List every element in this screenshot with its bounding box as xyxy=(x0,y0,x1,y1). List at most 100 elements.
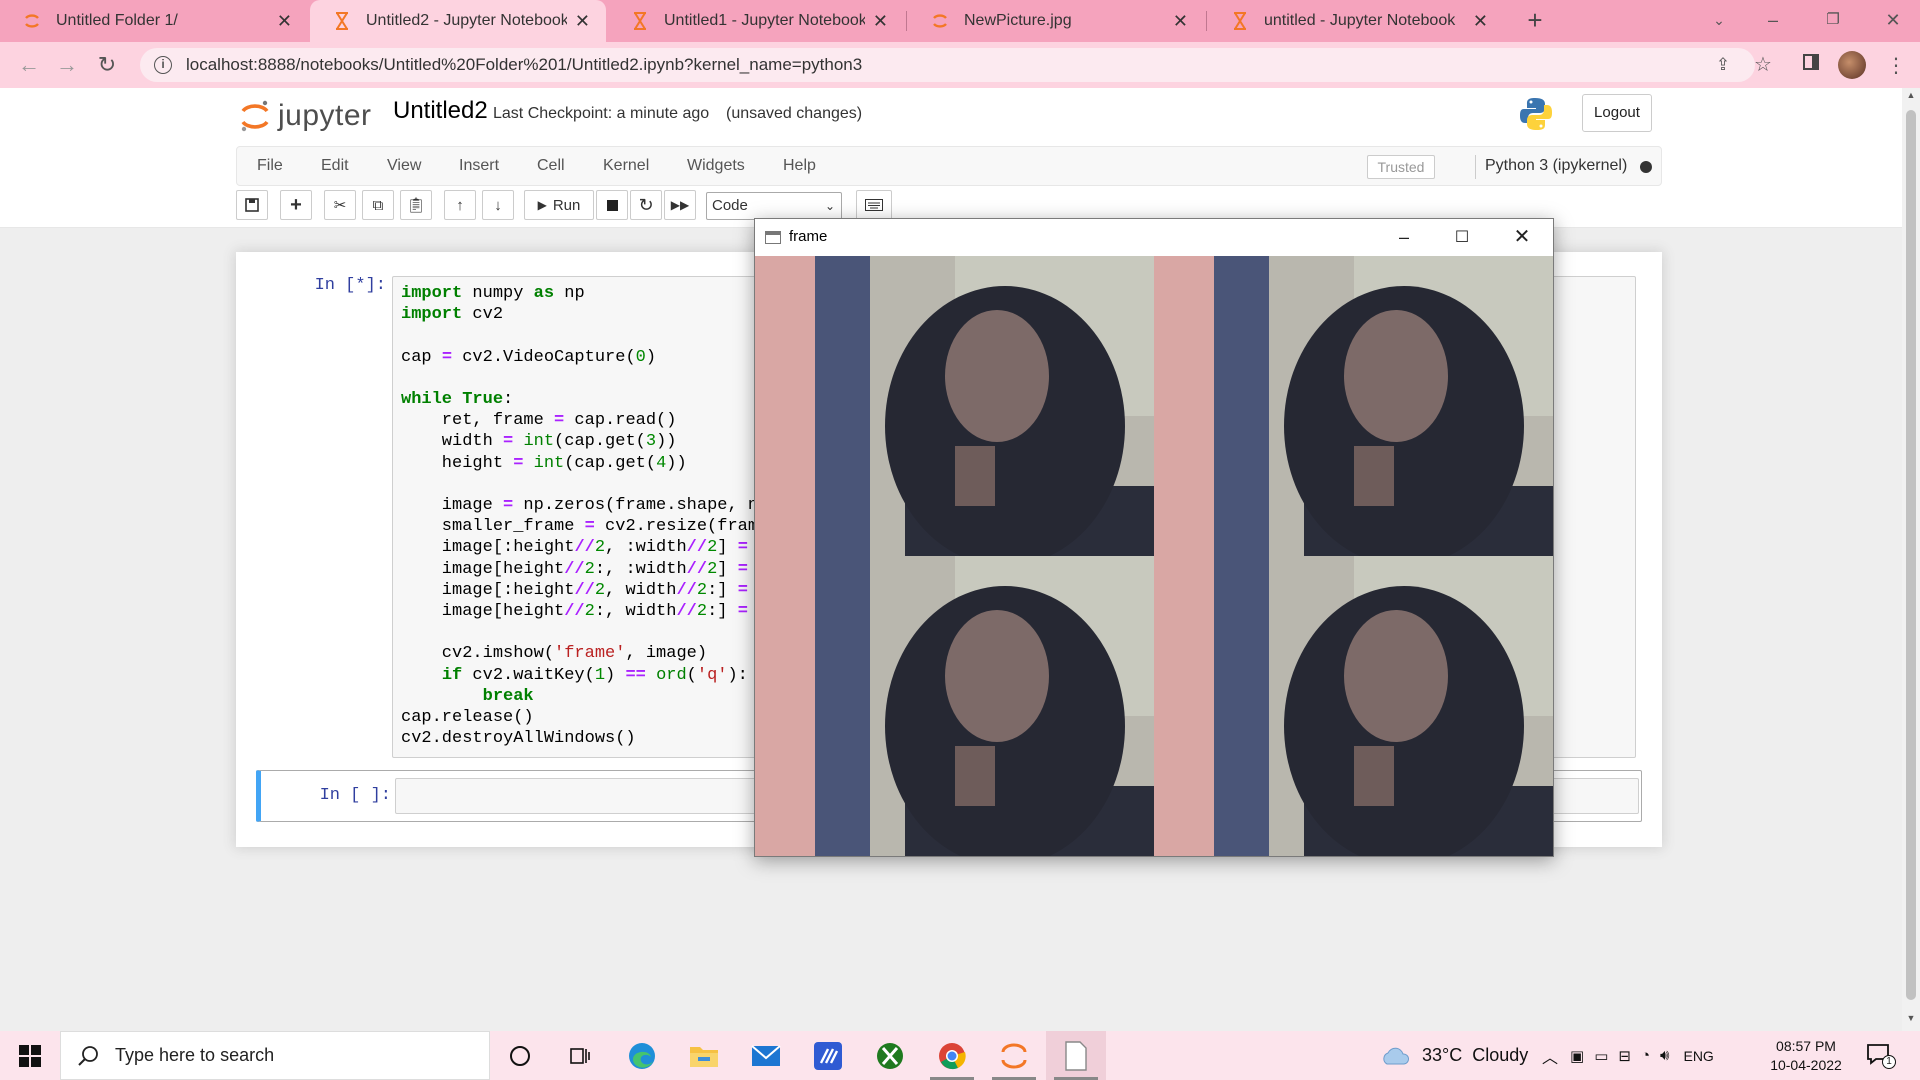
play-icon: ▶ xyxy=(537,198,547,212)
jupyter-logo[interactable]: jupyter xyxy=(240,94,372,138)
task-view-button[interactable] xyxy=(550,1031,610,1080)
tab-untitled1[interactable]: Untitled1 - Jupyter Notebook ✕ xyxy=(608,0,904,42)
taskbar-clock[interactable]: 08:57 PM 10-04-2022 xyxy=(1762,1037,1850,1075)
tab-title: Untitled1 - Jupyter Notebook xyxy=(664,12,865,29)
bookmark-star-icon[interactable]: ☆ xyxy=(1748,50,1778,80)
tab-separator xyxy=(906,11,907,31)
cell-type-value: Code xyxy=(712,197,748,214)
menu-file[interactable]: File xyxy=(257,147,283,185)
clock-time: 08:57 PM xyxy=(1776,1038,1836,1054)
tab-title: Untitled Folder 1/ xyxy=(56,12,178,29)
tab-title: untitled - Jupyter Notebook xyxy=(1264,12,1456,29)
notebook-name[interactable]: Untitled2 xyxy=(393,97,488,125)
close-icon[interactable]: ✕ xyxy=(1493,219,1551,256)
cell-type-select[interactable]: Code ⌄ xyxy=(706,192,842,220)
forward-icon[interactable]: → xyxy=(52,50,82,80)
menu-insert[interactable]: Insert xyxy=(459,147,499,185)
jupyter-app[interactable] xyxy=(984,1031,1044,1080)
menu-widgets[interactable]: Widgets xyxy=(687,147,745,185)
volume-icon[interactable]: 🔊︎ xyxy=(1660,1047,1669,1064)
window-title-bar[interactable]: frame – ☐ ✕ xyxy=(755,219,1553,256)
minimize-icon[interactable]: – xyxy=(1375,219,1433,256)
tab-untitled-folder[interactable]: Untitled Folder 1/ ✕ xyxy=(0,0,308,42)
close-icon[interactable]: ✕ xyxy=(1173,11,1188,32)
kernel-name[interactable]: Python 3 (ipykernel) xyxy=(1485,147,1627,185)
logout-button[interactable]: Logout xyxy=(1582,94,1652,132)
cut-button[interactable]: ✂ xyxy=(324,190,356,220)
mail-app[interactable] xyxy=(736,1031,796,1080)
site-info-icon[interactable]: i xyxy=(154,56,172,74)
minimize-icon[interactable]: – xyxy=(1748,0,1798,42)
page-scrollbar[interactable]: ▲ ▼ xyxy=(1902,88,1920,1031)
close-icon[interactable]: ✕ xyxy=(873,11,888,32)
battery-icon[interactable]: ▭ xyxy=(1594,1047,1608,1065)
keyboard-icon xyxy=(865,199,883,211)
side-panel-icon[interactable] xyxy=(1796,50,1826,80)
tab-newpicture[interactable]: NewPicture.jpg ✕ xyxy=(908,0,1204,42)
edge-app[interactable] xyxy=(612,1031,672,1080)
interrupt-button[interactable] xyxy=(596,190,628,220)
restore-icon[interactable]: ❐ xyxy=(1808,0,1858,42)
url-text[interactable]: localhost:8888/notebooks/Untitled%20Fold… xyxy=(186,55,862,75)
menu-kernel[interactable]: Kernel xyxy=(603,147,649,185)
restart-run-all-button[interactable]: ▶▶ xyxy=(664,190,696,220)
paste-button[interactable]: 📋︎ xyxy=(400,190,432,220)
close-window-icon[interactable]: ✕ xyxy=(1868,0,1918,42)
unsaved-indicator: (unsaved changes) xyxy=(726,105,863,122)
save-button[interactable] xyxy=(236,190,268,220)
tab-separator xyxy=(1206,11,1207,31)
taskbar-search-box[interactable]: Type here to search xyxy=(60,1031,490,1080)
close-icon[interactable]: ✕ xyxy=(277,11,292,32)
webcam-frame-top-right xyxy=(1154,256,1553,556)
notification-center-button[interactable]: 1 xyxy=(1866,1043,1896,1069)
language-indicator[interactable]: ENG xyxy=(1683,1048,1713,1064)
more-menu-icon[interactable]: ⋮ xyxy=(1886,52,1906,80)
network-adapter-icon[interactable]: ⊟ xyxy=(1618,1047,1631,1065)
tab-untitled[interactable]: untitled - Jupyter Notebook ✕ xyxy=(1208,0,1504,42)
scroll-up-icon[interactable]: ▲ xyxy=(1902,90,1920,106)
back-icon[interactable]: ← xyxy=(14,50,44,80)
run-button[interactable]: ▶ Run xyxy=(524,190,594,220)
mail-icon xyxy=(751,1044,781,1066)
new-tab-button[interactable]: + xyxy=(1520,6,1550,36)
opencv-frame-window[interactable]: frame – ☐ ✕ xyxy=(754,218,1554,857)
xbox-app[interactable] xyxy=(860,1031,920,1080)
maximize-icon[interactable]: ☐ xyxy=(1433,219,1491,256)
tab-untitled2[interactable]: Untitled2 - Jupyter Notebook ✕ xyxy=(310,0,606,42)
meet-now-icon[interactable]: ▣ xyxy=(1570,1047,1584,1065)
weather-widget[interactable]: 33°C Cloudy xyxy=(1380,1031,1528,1080)
menu-help[interactable]: Help xyxy=(783,147,816,185)
checkpoint-status: Last Checkpoint: a minute ago xyxy=(493,105,710,122)
move-up-button[interactable]: ↑ xyxy=(444,190,476,220)
menu-cell[interactable]: Cell xyxy=(537,147,565,185)
trusted-indicator[interactable]: Trusted xyxy=(1367,155,1435,179)
edge-icon xyxy=(629,1042,655,1069)
file-explorer-app[interactable] xyxy=(674,1031,734,1080)
copy-button[interactable]: ⧉ xyxy=(362,190,394,220)
close-icon[interactable]: ✕ xyxy=(575,11,590,32)
scrollbar-thumb[interactable] xyxy=(1906,110,1916,1000)
show-hidden-icons-chevron[interactable]: ︿ xyxy=(1542,1044,1558,1068)
insert-cell-button[interactable]: + xyxy=(280,190,312,220)
start-button[interactable] xyxy=(0,1031,60,1080)
code-editor-app[interactable] xyxy=(798,1031,858,1080)
menu-view[interactable]: View xyxy=(387,147,421,185)
opencv-window-app[interactable] xyxy=(1046,1031,1106,1080)
tab-search-icon[interactable]: ⌄ xyxy=(1694,0,1744,42)
menu-edit[interactable]: Edit xyxy=(321,147,349,185)
restart-button[interactable]: ↻ xyxy=(630,190,662,220)
close-icon[interactable]: ✕ xyxy=(1473,11,1488,32)
chrome-app[interactable] xyxy=(922,1031,982,1080)
command-palette-button[interactable] xyxy=(856,190,892,220)
share-icon[interactable]: ⇪ xyxy=(1708,50,1738,80)
jupyter-spinner-icon xyxy=(1001,1043,1027,1068)
profile-avatar[interactable] xyxy=(1838,51,1866,79)
address-bar[interactable]: i localhost:8888/notebooks/Untitled%20Fo… xyxy=(140,48,1755,82)
run-label: Run xyxy=(552,196,581,214)
cortana-button[interactable] xyxy=(490,1031,550,1080)
scroll-down-icon[interactable]: ▼ xyxy=(1902,1013,1920,1029)
move-down-button[interactable]: ↓ xyxy=(482,190,514,220)
clock-date: 10-04-2022 xyxy=(1770,1057,1842,1073)
wifi-icon[interactable]: ◔ xyxy=(1641,1047,1650,1064)
reload-icon[interactable]: ↻ xyxy=(92,50,122,80)
